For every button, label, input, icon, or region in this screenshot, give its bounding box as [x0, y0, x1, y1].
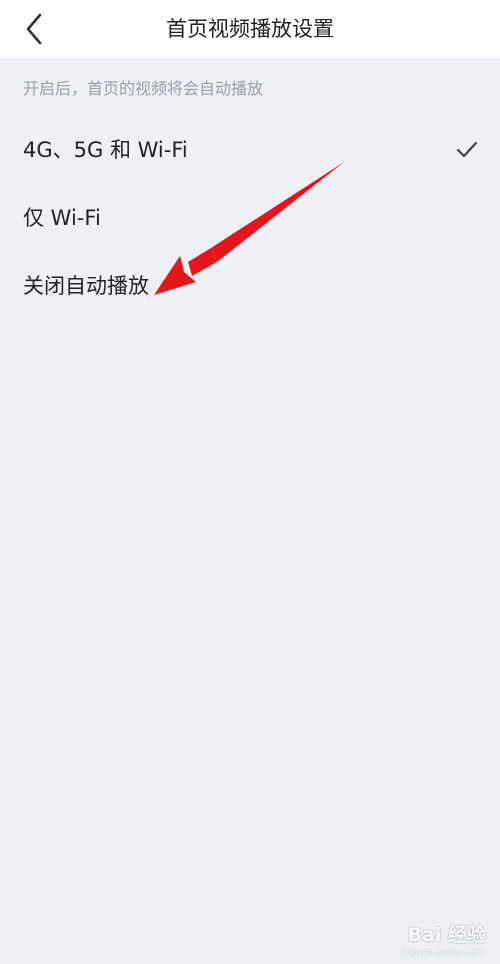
watermark: Bai 经验 jingyan.baidu.com — [376, 918, 486, 958]
app-header: 首页视频播放设置 — [0, 0, 500, 58]
option-4g-5g-wifi[interactable]: 4G、5G 和 Wi-Fi — [0, 116, 500, 184]
option-wifi-only[interactable]: 仅 Wi-Fi — [0, 184, 500, 252]
option-label: 仅 Wi-Fi — [23, 206, 101, 230]
option-label: 关闭自动播放 — [23, 274, 149, 298]
option-label: 4G、5G 和 Wi-Fi — [23, 138, 188, 162]
page-title: 首页视频播放设置 — [166, 17, 334, 41]
checkmark-icon — [456, 141, 478, 158]
autoplay-hint-text: 开启后，首页的视频将会自动播放 — [23, 79, 264, 98]
watermark-domain: jingyan.baidu.com — [400, 948, 484, 958]
option-autoplay-off[interactable]: 关闭自动播放 — [0, 252, 500, 320]
watermark-logo: Bai 经验 — [407, 924, 486, 946]
